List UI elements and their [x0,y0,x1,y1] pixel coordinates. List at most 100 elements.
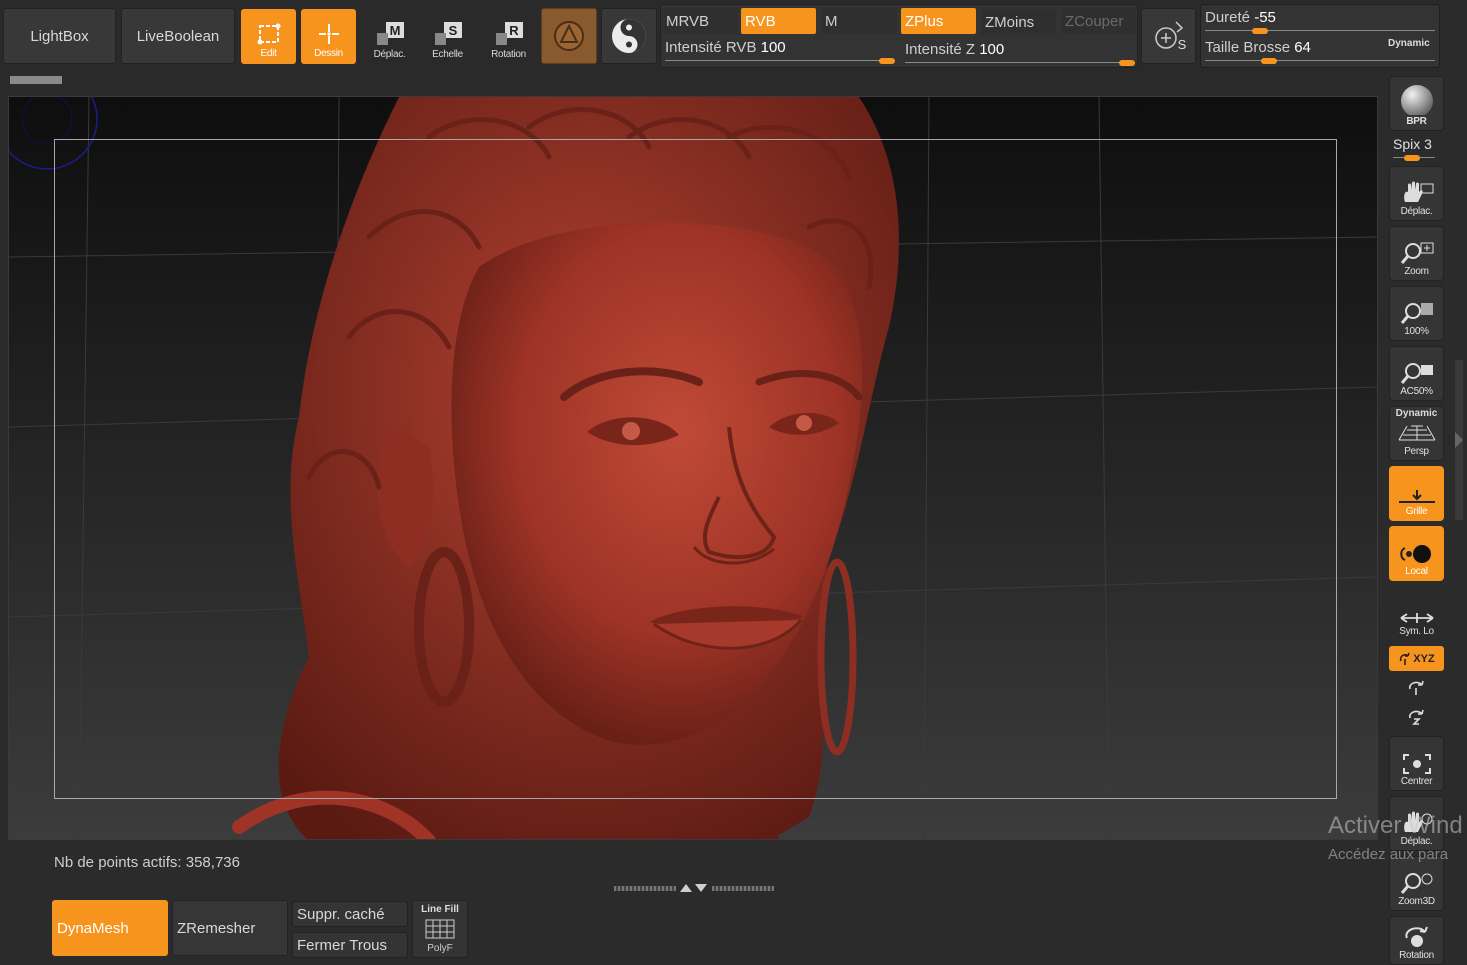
move-button[interactable]: M Déplac. [362,9,417,64]
center-button[interactable]: Centrer [1389,736,1444,791]
magnifier-3d-icon [1400,873,1432,894]
lightbox-label: LightBox [30,27,89,45]
rvb-intensity-slider[interactable]: Intensité RVB 100 [665,39,786,56]
shelf-move-button[interactable]: Déplac. [1389,166,1444,221]
hardness-label: Dureté [1205,9,1251,26]
edit-icon [257,23,280,45]
rvb-toggle[interactable]: RVB [741,8,816,34]
z-intensity-value: 100 [979,41,1005,58]
top-toolbar: LightBox LiveBoolean Edit Dessin M Dépla… [0,0,1467,72]
edit-button[interactable]: Edit [241,9,296,64]
lightbox-button[interactable]: LightBox [3,8,116,64]
dynamesh-button[interactable]: DynaMesh [52,900,168,956]
perspective-grid-icon [1398,425,1435,440]
texture-button[interactable] [601,8,657,64]
3d-viewport[interactable] [8,96,1378,840]
zoom3d-button[interactable]: Zoom3D [1389,856,1444,911]
material-sphere-icon [554,21,584,51]
edit-label: Edit [260,48,277,59]
floor-grid-button[interactable]: Grille [1389,466,1444,521]
zcouper-toggle[interactable]: ZCouper [1061,8,1136,34]
delete-hidden-label: Suppr. caché [297,905,385,923]
brush-size-track[interactable] [1205,60,1435,61]
chevron-right-icon [1455,432,1463,448]
document-frame [54,139,1337,799]
shelf-rotation-button[interactable]: Rotation [1389,916,1444,965]
material-button[interactable] [541,8,597,64]
xyz-rotate-button[interactable]: XYZ [1389,646,1444,671]
spix-value: 3 [1424,136,1432,152]
zremesher-button[interactable]: ZRemesher [172,900,288,956]
magnifier-half-icon [1400,363,1433,384]
m-label: M [825,12,838,30]
shelf-zoom-button[interactable]: Zoom [1389,226,1444,281]
m-toggle[interactable]: M [821,8,897,34]
collapse-right-arrow[interactable] [1453,430,1465,455]
z-rotate-button[interactable] [1406,708,1426,731]
brush-size-knob[interactable] [1260,58,1277,64]
y-rotate-button[interactable] [1406,679,1426,702]
ac50-button[interactable]: AC50% [1389,346,1444,401]
zoom3d-label: Zoom3D [1398,896,1435,907]
z-intensity-label: Intensité Z [905,41,976,58]
shelf-move-label: Déplac. [1400,206,1433,217]
linefill-button[interactable]: Line Fill PolyF [412,900,468,958]
tray-grip-left [614,885,676,891]
hardness-track[interactable] [1205,30,1435,31]
z-intensity-slider[interactable]: Intensité Z 100 [905,41,1004,58]
draw-button[interactable]: Dessin [301,9,356,64]
dynamesh-label: DynaMesh [57,919,129,937]
scale-button[interactable]: S Echelle [420,9,475,64]
move-letter: M [389,23,400,38]
mrvb-toggle[interactable]: MRVB [662,8,738,34]
shelf-rotation-label: Rotation [1399,950,1434,961]
s-letter: S [1177,37,1186,52]
render-sphere-icon [1400,85,1433,115]
bottom-tray-toggle[interactable] [614,884,774,892]
brush-size-slider[interactable]: Taille Brosse 64 [1205,39,1311,56]
frame-center-icon [1402,754,1431,774]
zplus-toggle[interactable]: ZPlus [901,8,976,34]
zmoins-toggle[interactable]: ZMoins [981,9,1056,35]
zmoins-label: ZMoins [985,13,1035,31]
liveboolean-button[interactable]: LiveBoolean [121,8,235,64]
activation-watermark-title: Activer Wind [1328,812,1463,840]
xyz-label: XYZ [1413,652,1435,665]
mrvb-label: MRVB [666,12,710,30]
persp-dynamic-label: Dynamic [1395,408,1438,419]
spix-slider[interactable]: Spix 3 [1393,136,1432,152]
z-intensity-track[interactable] [905,62,1135,63]
tray-handle[interactable] [10,76,62,84]
close-holes-label: Fermer Trous [297,936,388,954]
bpr-button[interactable]: BPR [1389,76,1444,131]
active-points-value: 358,736 [185,854,240,871]
focal-shift-button[interactable]: S [1141,8,1196,64]
move-icon: M [376,22,404,45]
rvb-intensity-label: Intensité RVB [665,39,757,56]
close-holes-button[interactable]: Fermer Trous [292,932,408,958]
rotate-3d-icon [1404,926,1428,947]
zremesher-label: ZRemesher [177,919,256,937]
actual-size-button[interactable]: 100% [1389,286,1444,341]
hardness-slider[interactable]: Dureté -55 [1205,9,1276,26]
rvb-intensity-track[interactable] [665,60,895,61]
sym-local-button[interactable]: Sym. Lo [1389,586,1444,641]
z-rotate-icon [1408,709,1424,725]
persp-button[interactable]: Dynamic Persp [1389,406,1444,461]
actual-size-label: 100% [1404,326,1429,337]
spix-knob[interactable] [1404,155,1420,161]
ac50-label: AC50% [1400,386,1433,397]
local-button[interactable]: Local [1389,526,1444,581]
rotate-button[interactable]: R Rotation [481,9,536,64]
z-intensity-knob[interactable] [1119,60,1135,66]
persp-label: Persp [1404,446,1429,457]
delete-hidden-button[interactable]: Suppr. caché [292,901,408,927]
rvb-intensity-knob[interactable] [879,58,895,64]
local-symmetry-icon [1399,545,1431,563]
y-rotate-icon [1408,680,1424,695]
dynamic-toggle[interactable]: Dynamic [1388,38,1430,49]
watermark-line2: Accédez aux para [1328,846,1449,863]
scale-label: Echelle [432,49,463,60]
status-line: Nb de points actifs: 358,736 [54,854,240,871]
hardness-knob[interactable] [1252,28,1269,34]
